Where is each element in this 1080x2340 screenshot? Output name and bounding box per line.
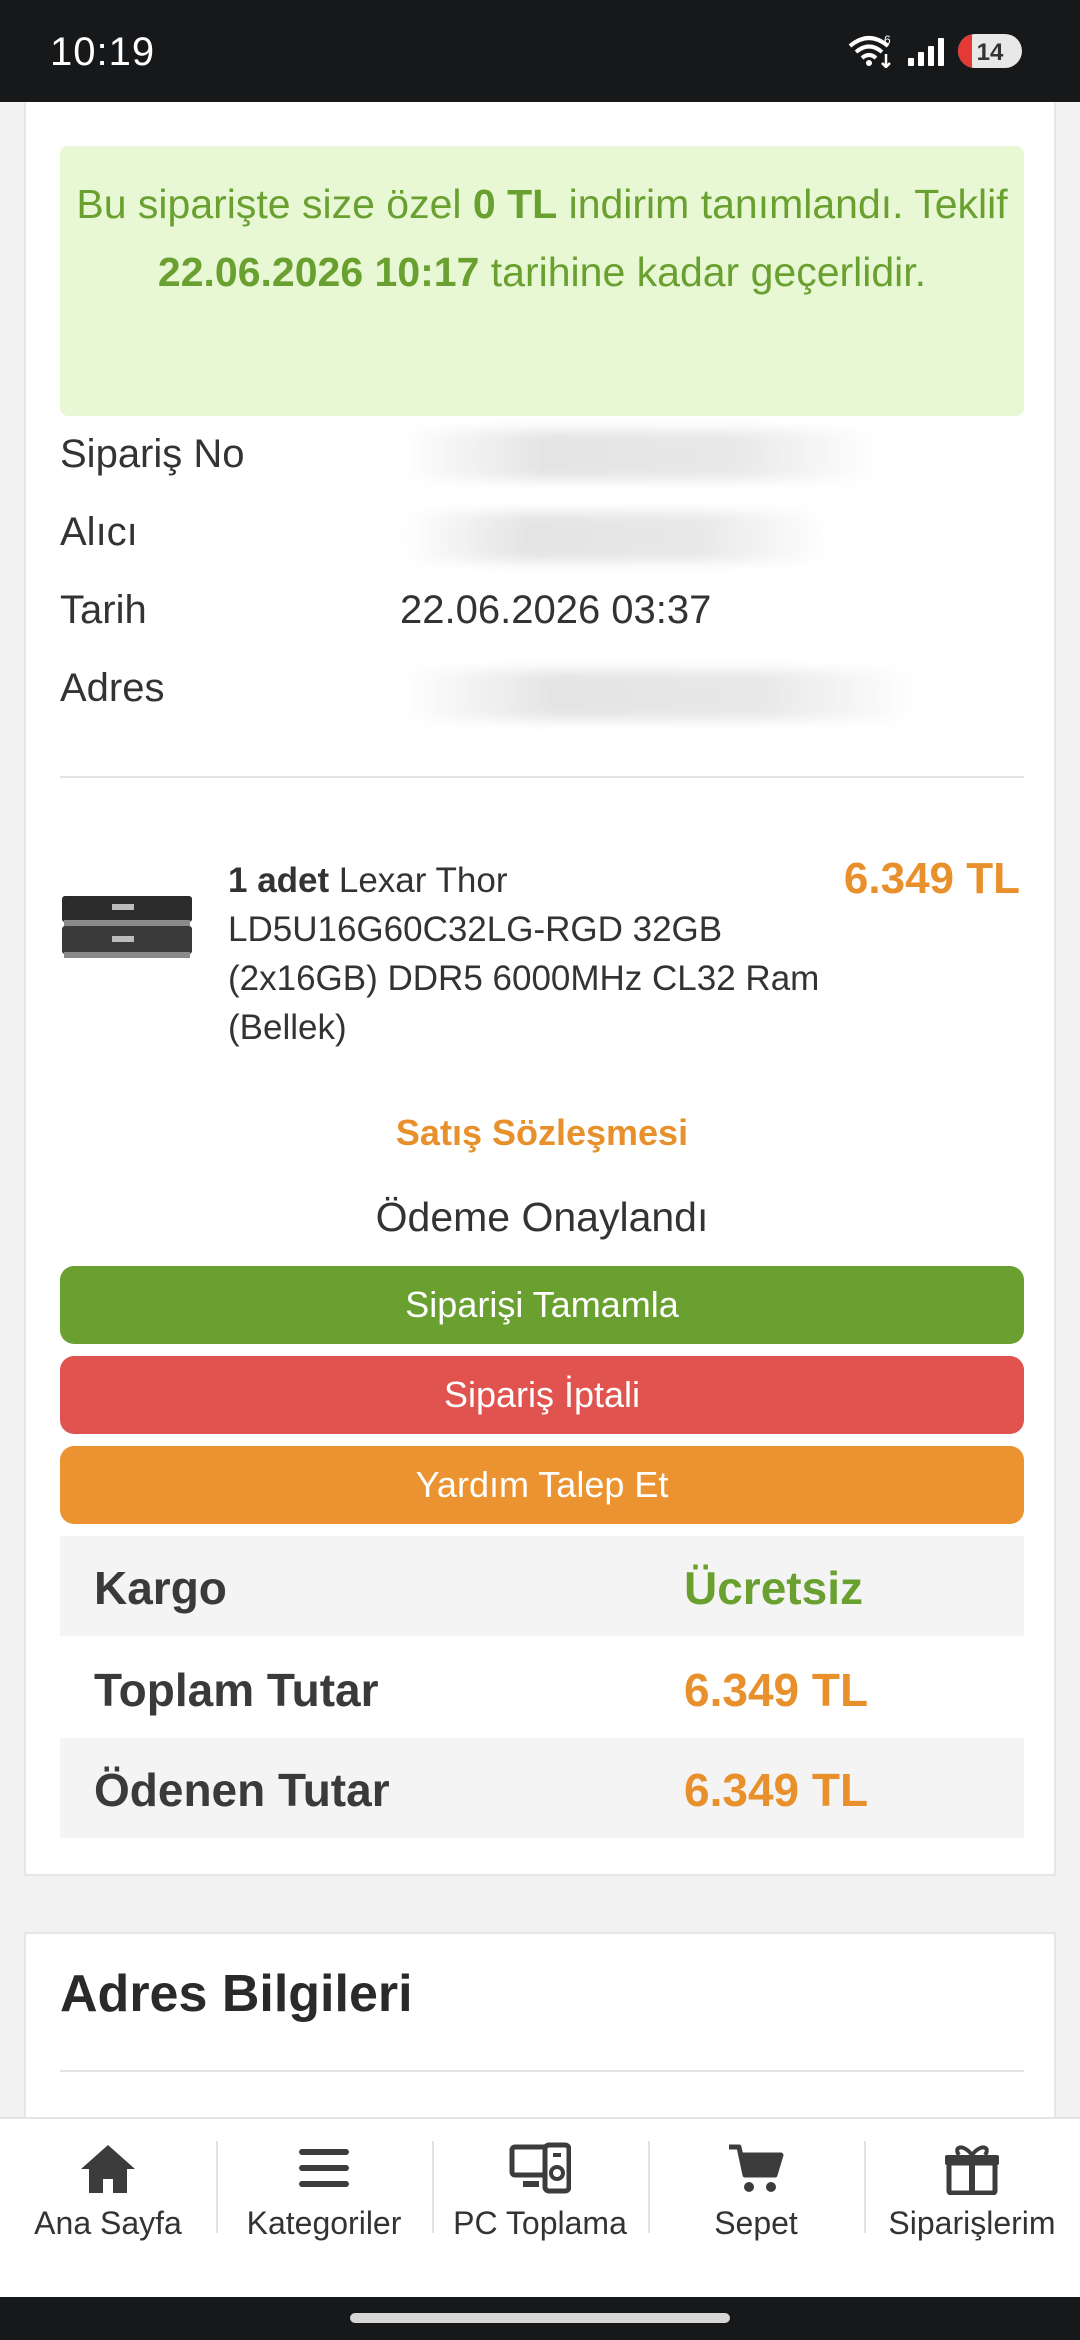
order-no-redacted [400,430,880,480]
recipient-label: Alıcı [60,510,138,554]
nav-orders[interactable]: Siparişlerim [864,2119,1080,2297]
address-section-title: Adres Bilgileri [60,1965,413,2023]
nav-pc-build[interactable]: PC Toplama [432,2119,648,2297]
nav-label: Sepet [714,2205,798,2241]
total-label: Toplam Tutar [94,1664,379,1716]
date-label: Tarih [60,588,147,632]
divider [60,2070,1024,2072]
total-row: Toplam Tutar 6.349 TL [60,1638,1024,1738]
pc-build-icon [509,2142,571,2194]
nav-home[interactable]: Ana Sayfa [0,2119,216,2297]
product-image[interactable] [60,890,194,960]
shipping-value: Ücretsiz [684,1562,863,1614]
status-icons: 6 14 [848,34,1022,68]
recipient-redacted [400,512,830,562]
battery-level: 14 [976,39,1004,66]
gesture-bar [0,2297,1080,2340]
promo-text-1: Bu siparişte size özel [76,181,473,227]
nav-label: Ana Sayfa [34,2205,182,2241]
paid-value: 6.349 TL [684,1764,869,1816]
discount-banner: Bu siparişte size özel 0 TL indirim tanı… [60,146,1024,416]
address-label: Adres [60,666,165,710]
sales-contract-link[interactable]: Satış Sözleşmesi [26,1112,1058,1154]
cart-icon [729,2144,784,2192]
status-time: 10:19 [50,30,156,74]
home-indicator[interactable] [350,2313,730,2323]
battery-icon: 14 [958,34,1022,68]
product-price: 6.349 TL [843,854,1020,903]
complete-order-button[interactable]: Siparişi Tamamla [60,1266,1024,1344]
shipping-label: Kargo [94,1562,227,1614]
bottom-navigation: Ana Sayfa Kategoriler PC Toplama Sepet S… [0,2117,1080,2297]
total-value: 6.349 TL [684,1664,869,1716]
product-description[interactable]: 1 adet Lexar Thor LD5U16G60C32LG-RGD 32G… [228,856,828,1052]
home-icon [81,2145,135,2193]
signal-icon [908,36,944,66]
payment-status: Ödeme Onaylandı [375,1194,709,1240]
promo-deadline: 22.06.2026 10:17 [157,249,480,295]
date-row: Tarih 22.06.2026 03:37 [60,588,1024,648]
order-no-label: Sipariş No [60,432,245,476]
paid-row: Ödenen Tutar 6.349 TL [60,1738,1024,1838]
nav-label: Siparişlerim [888,2205,1056,2241]
promo-text-3: tarihine kadar geçerlidir. [479,249,927,295]
gift-box-icon [945,2145,999,2195]
nav-cart[interactable]: Sepet [648,2119,864,2297]
paid-label: Ödenen Tutar [94,1764,390,1816]
date-value: 22.06.2026 03:37 [400,588,712,632]
page-content[interactable]: Bu siparişte size özel 0 TL indirim tanı… [0,102,1080,2117]
status-bar: 10:19 6 14 [0,0,1080,102]
promo-text-2: indirim tanımlandı. Teklif [557,181,1008,227]
address-row: Adres [60,666,1024,726]
address-card: Adres Bilgileri [24,1932,1056,2117]
nav-label: PC Toplama [453,2205,627,2241]
nav-categories[interactable]: Kategoriler [216,2119,432,2297]
cancel-order-button[interactable]: Sipariş İptali [60,1356,1024,1434]
address-redacted [400,670,920,720]
nav-label: Kategoriler [246,2205,402,2241]
wifi-icon: 6 [848,34,891,68]
shipping-row: Kargo Ücretsiz [60,1536,1024,1636]
request-help-button[interactable]: Yardım Talep Et [60,1446,1024,1524]
order-card: Bu siparişte size özel 0 TL indirim tanı… [24,102,1056,1876]
product-quantity: 1 adet [228,861,330,900]
divider [60,776,1024,778]
menu-icon [299,2149,349,2187]
order-no-row: Sipariş No [60,430,1024,492]
wifi-badge: 6 [884,34,891,47]
recipient-row: Alıcı [60,510,1024,570]
promo-amount: 0 TL [472,181,558,227]
